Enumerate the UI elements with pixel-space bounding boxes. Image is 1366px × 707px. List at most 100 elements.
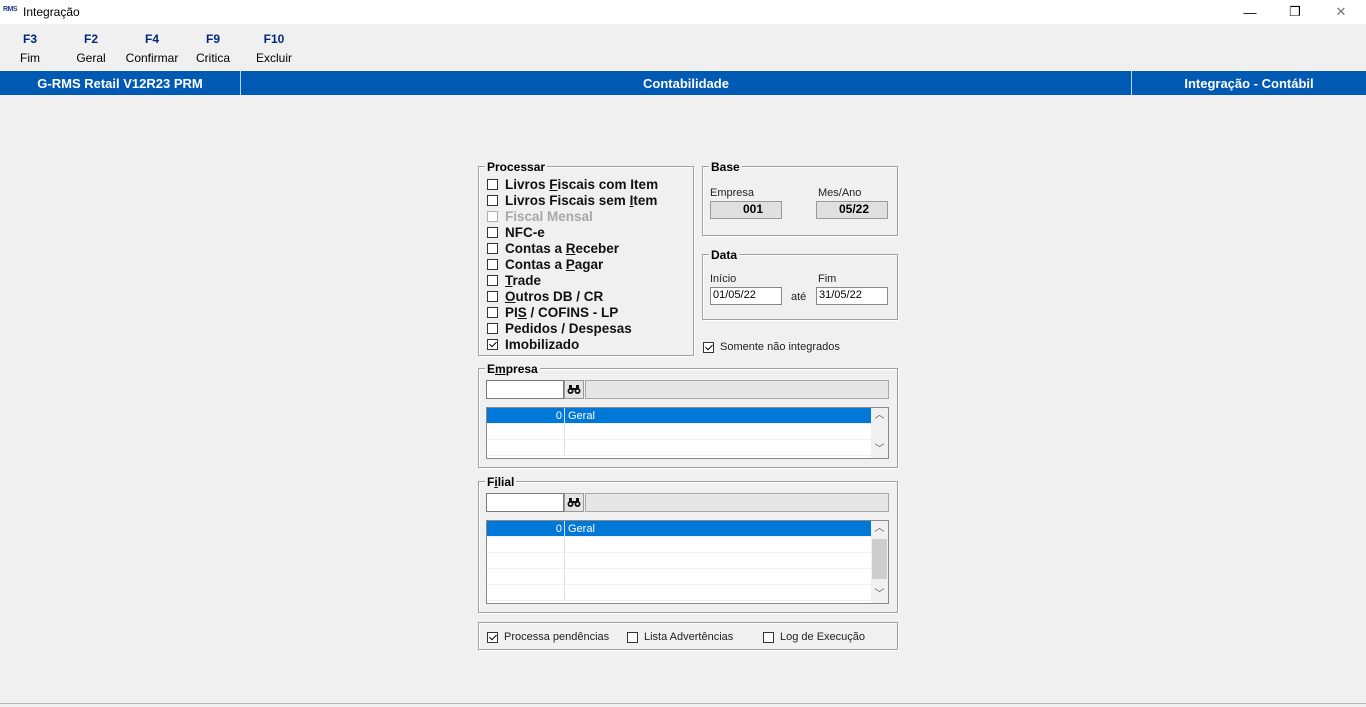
empresa-code-input[interactable] bbox=[486, 380, 564, 399]
filial-list-scrollbar[interactable]: ︿ ﹀ bbox=[871, 521, 888, 603]
scroll-thumb[interactable] bbox=[872, 539, 887, 579]
window-title: Integração bbox=[23, 5, 80, 19]
empresa-group-title: Empresa bbox=[485, 362, 540, 376]
module-name-label: Contabilidade bbox=[643, 76, 729, 91]
title-part: lial bbox=[497, 475, 515, 489]
label-part: Imobilizado bbox=[505, 336, 580, 352]
table-row[interactable]: 0 Geral bbox=[487, 408, 871, 424]
checkbox-box[interactable] bbox=[627, 631, 638, 643]
label-part: iscais com Item bbox=[557, 176, 659, 192]
processar-option-checkbox[interactable]: NFC-e bbox=[487, 224, 545, 240]
filial-search-button[interactable] bbox=[564, 493, 584, 512]
row-name-cell: Geral bbox=[568, 410, 595, 422]
checkbox-box[interactable] bbox=[487, 290, 498, 302]
processar-option-label: Imobilizado bbox=[505, 337, 579, 352]
label-part: NFC-e bbox=[505, 224, 545, 240]
empresa-search-button[interactable] bbox=[564, 380, 584, 399]
empty-row bbox=[487, 537, 871, 553]
empresa-list-scrollbar[interactable]: ︿ ﹀ bbox=[871, 408, 888, 458]
processar-group-title: Processar bbox=[485, 160, 548, 174]
empty-row bbox=[487, 553, 871, 569]
data-fim-label: Fim bbox=[818, 273, 837, 285]
fkey-label: F9 bbox=[205, 32, 220, 46]
label-part: Contas a bbox=[505, 256, 566, 272]
processar-option-checkbox[interactable]: Imobilizado bbox=[487, 336, 579, 352]
checkbox-box[interactable] bbox=[763, 631, 774, 643]
checkbox-box[interactable] bbox=[487, 178, 498, 190]
label-mnemonic: S bbox=[517, 304, 527, 320]
checkbox-box[interactable] bbox=[487, 258, 498, 270]
checkbox-box[interactable] bbox=[487, 338, 498, 350]
scroll-up-icon[interactable]: ︿ bbox=[871, 521, 888, 537]
empty-row bbox=[487, 440, 871, 456]
fkey-f9-critica-button[interactable]: F9 Critica bbox=[191, 32, 235, 65]
fkey-label: F2 bbox=[83, 32, 98, 46]
fkey-label: F10 bbox=[263, 32, 285, 46]
fkey-caption: Confirmar bbox=[125, 51, 179, 65]
checkbox-box[interactable] bbox=[703, 341, 714, 353]
label-mnemonic: R bbox=[565, 240, 576, 256]
column-divider bbox=[564, 553, 565, 568]
restore-button[interactable]: ❐ bbox=[1272, 0, 1318, 24]
empresa-list[interactable]: 0 Geral ︿ ﹀ bbox=[486, 407, 889, 459]
processa-pendencias-checkbox[interactable]: Processa pendências bbox=[487, 631, 609, 643]
processar-option-checkbox[interactable]: Outros DB / CR bbox=[487, 288, 603, 304]
minimize-button[interactable]: — bbox=[1227, 0, 1273, 24]
checkbox-box[interactable] bbox=[487, 226, 498, 238]
empty-row bbox=[487, 585, 871, 601]
checkbox-box[interactable] bbox=[487, 194, 498, 206]
scroll-down-icon[interactable]: ﹀ bbox=[871, 587, 888, 603]
fkey-f10-excluir-button[interactable]: F10 Excluir bbox=[252, 32, 296, 65]
close-button[interactable]: ✕ bbox=[1318, 0, 1364, 24]
label-part: rade bbox=[512, 272, 542, 288]
scroll-down-icon[interactable]: ﹀ bbox=[871, 442, 888, 458]
base-empresa-field: 001 bbox=[710, 201, 782, 219]
processar-option-label: Pedidos / Despesas bbox=[505, 321, 632, 336]
fkey-f2-geral-button[interactable]: F2 Geral bbox=[71, 32, 111, 65]
close-icon: ✕ bbox=[1335, 4, 1347, 19]
row-name-cell: Geral bbox=[568, 523, 595, 535]
fkey-caption: Excluir bbox=[255, 51, 292, 65]
label-mnemonic: T bbox=[505, 272, 513, 288]
row-code-cell: 0 bbox=[555, 523, 562, 535]
processar-option-label: Trade bbox=[505, 273, 541, 288]
data-fim-input[interactable]: 31/05/22 bbox=[816, 287, 888, 305]
empty-row bbox=[487, 569, 871, 585]
somente-nao-integrados-checkbox[interactable]: Somente não integrados bbox=[703, 341, 840, 353]
processar-option-checkbox[interactable]: PIS / COFINS - LP bbox=[487, 304, 618, 320]
processar-option-label: Fiscal Mensal bbox=[505, 209, 593, 224]
empresa-description-field bbox=[585, 380, 889, 399]
base-empresa-label: Empresa bbox=[710, 187, 755, 199]
checkbox-box[interactable] bbox=[487, 306, 498, 318]
filial-list[interactable]: 0 Geral ︿ ﹀ bbox=[486, 520, 889, 604]
processar-option-checkbox[interactable]: Livros Fiscais com Item bbox=[487, 176, 658, 192]
log-de-execucao-checkbox[interactable]: Log de Execução bbox=[763, 631, 865, 643]
somente-nao-integrados-label: Somente não integrados bbox=[720, 341, 840, 353]
checkbox-box bbox=[487, 210, 498, 222]
processar-option-checkbox[interactable]: Pedidos / Despesas bbox=[487, 320, 632, 336]
processar-option-checkbox[interactable]: Trade bbox=[487, 272, 541, 288]
fkey-caption: Geral bbox=[76, 51, 106, 65]
screen-name-label: Integração - Contábil bbox=[1184, 76, 1314, 91]
data-inicio-input[interactable]: 01/05/22 bbox=[710, 287, 782, 305]
checkbox-box[interactable] bbox=[487, 322, 498, 334]
label-part: Livros bbox=[505, 176, 550, 192]
fkey-caption: Fim bbox=[20, 51, 40, 65]
scroll-up-icon[interactable]: ︿ bbox=[871, 408, 888, 424]
checkbox-box[interactable] bbox=[487, 631, 498, 643]
restore-icon: ❐ bbox=[1289, 4, 1301, 19]
processar-option-checkbox[interactable]: Contas a Receber bbox=[487, 240, 619, 256]
checkbox-box[interactable] bbox=[487, 242, 498, 254]
data-group-title: Data bbox=[709, 248, 740, 262]
processar-option-checkbox[interactable]: Livros Fiscais sem Item bbox=[487, 192, 657, 208]
fkey-f3-fim-button[interactable]: F3 Fim bbox=[10, 32, 50, 65]
checkbox-box[interactable] bbox=[487, 274, 498, 286]
fkey-f4-confirmar-button[interactable]: F4 Confirmar bbox=[122, 32, 182, 65]
processar-option-checkbox[interactable]: Contas a Pagar bbox=[487, 256, 603, 272]
system-version-label: G-RMS Retail V12R23 PRM bbox=[37, 76, 203, 91]
table-row[interactable]: 0 Geral bbox=[487, 521, 871, 537]
lista-advertencias-checkbox[interactable]: Lista Advertências bbox=[627, 631, 733, 643]
title-part: presa bbox=[505, 362, 538, 376]
processar-option-label: Contas a Pagar bbox=[505, 257, 603, 272]
filial-code-input[interactable] bbox=[486, 493, 564, 512]
